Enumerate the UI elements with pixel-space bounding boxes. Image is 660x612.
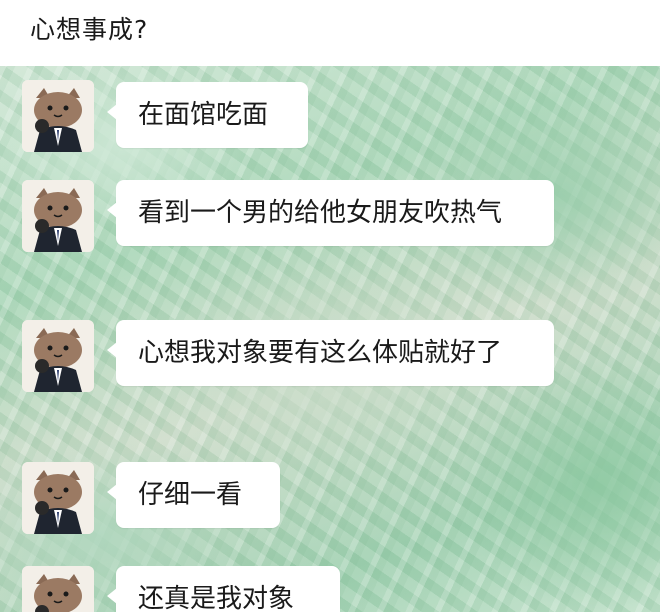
message-bubble: 看到一个男的给他女朋友吹热气: [107, 180, 554, 246]
post-title: 心想事成?: [30, 15, 149, 44]
cat-avatar-icon[interactable]: [22, 80, 94, 152]
message-bubble: 还真是我对象: [107, 566, 340, 612]
cat-avatar-icon[interactable]: [22, 180, 94, 252]
cat-avatar-icon[interactable]: [22, 462, 94, 534]
message-bubble: 心想我对象要有这么体贴就好了: [107, 320, 554, 386]
cat-avatar-icon[interactable]: [22, 566, 94, 612]
message-bubble: 仔细一看: [107, 462, 280, 528]
cat-avatar-icon[interactable]: [22, 320, 94, 392]
message-bubble: 在面馆吃面: [107, 82, 308, 148]
chat-area[interactable]: 在面馆吃面 看到一个男的给他女朋友吹热气 心想我对象要有这么体贴就好了 仔细一看…: [0, 66, 660, 612]
